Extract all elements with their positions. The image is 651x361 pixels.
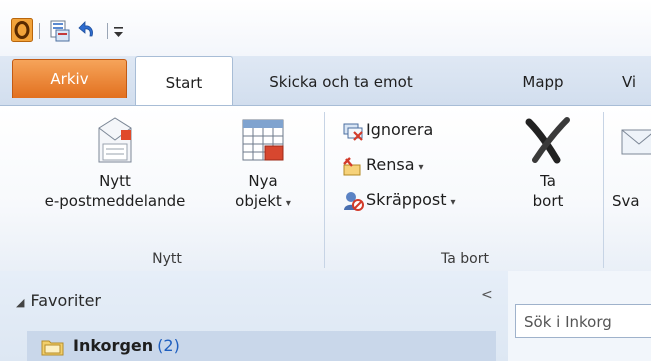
junk-button[interactable]: Skräppost ▾ — [342, 186, 456, 214]
delete-icon — [525, 117, 570, 164]
group-separator — [603, 112, 604, 268]
clean-up-label: Rensa — [366, 155, 415, 174]
ignore-label: Ignorera — [366, 120, 434, 139]
ignore-icon — [343, 123, 363, 141]
clean-up-icon — [343, 156, 361, 175]
reply-button[interactable]: Sva — [612, 112, 651, 211]
junk-icon — [344, 191, 364, 211]
calendar-icon — [242, 119, 284, 161]
new-items-dropdown-icon: ▾ — [285, 198, 291, 209]
junk-dropdown-icon: ▾ — [450, 197, 456, 208]
qat-separator — [107, 23, 108, 39]
collapse-nav-button[interactable]: < — [481, 287, 493, 303]
favorites-label: Favoriter — [30, 291, 101, 310]
new-items-label-1: Nya — [248, 172, 278, 190]
group-label-delete: Ta bort — [441, 251, 489, 267]
main-area: ◢ Favoriter < Inkorgen (2) Sök i Inkorg — [0, 271, 651, 361]
delete-label-1: Ta — [540, 172, 556, 190]
new-items-label-2: objekt ▾ — [235, 192, 291, 210]
delete-button[interactable]: Ta bort — [518, 112, 578, 211]
folder-item-inbox[interactable]: Inkorgen (2) — [27, 331, 496, 361]
ignore-button[interactable]: Ignorera — [342, 116, 433, 144]
clean-up-button[interactable]: Rensa ▾ — [342, 151, 424, 179]
delete-label-2: bort — [532, 192, 564, 210]
qat-separator — [39, 23, 40, 39]
tab-send-receive[interactable]: Skicka och ta emot — [246, 56, 436, 104]
tab-view[interactable]: Vi — [622, 56, 651, 104]
tab-folder[interactable]: Mapp — [508, 56, 578, 104]
reply-label: Sva — [612, 192, 640, 210]
group-separator — [324, 112, 325, 268]
ribbon-tab-bar: Arkiv Start Skicka och ta emot Mapp Vi — [0, 56, 651, 105]
content-pane: Sök i Inkorg — [508, 271, 651, 361]
inbox-folder-icon — [41, 340, 64, 355]
clean-up-dropdown-icon: ▾ — [418, 162, 424, 173]
search-input[interactable]: Sök i Inkorg — [515, 304, 651, 338]
new-email-button[interactable]: Nytt e-postmeddelande — [22, 112, 208, 211]
new-email-label-1: Nytt — [99, 172, 131, 190]
tab-file[interactable]: Arkiv — [12, 59, 127, 98]
new-items-button[interactable]: Nya objekt ▾ — [213, 112, 313, 214]
ribbon: Nytt e-postmeddelande Nya objekt ▾ Nytt I… — [0, 105, 651, 272]
inbox-unread-count: (2) — [157, 336, 180, 355]
new-email-label-2: e-postmeddelande — [44, 192, 186, 210]
quick-access-toolbar — [0, 0, 651, 56]
reply-icon — [621, 129, 651, 155]
group-label-new: Nytt — [152, 251, 182, 267]
expand-triangle-icon: ◢ — [16, 296, 25, 309]
favorites-header[interactable]: ◢ Favoriter — [16, 291, 101, 310]
junk-label: Skräppost — [366, 190, 447, 209]
undo-icon[interactable] — [77, 20, 97, 42]
customize-qat-icon[interactable] — [112, 20, 126, 42]
inbox-label: Inkorgen — [73, 336, 154, 355]
outlook-icon[interactable] — [11, 18, 33, 42]
new-email-icon — [98, 117, 132, 163]
send-receive-icon[interactable] — [50, 20, 70, 42]
tab-start[interactable]: Start — [135, 56, 233, 105]
navigation-pane: ◢ Favoriter < Inkorgen (2) — [0, 271, 508, 361]
